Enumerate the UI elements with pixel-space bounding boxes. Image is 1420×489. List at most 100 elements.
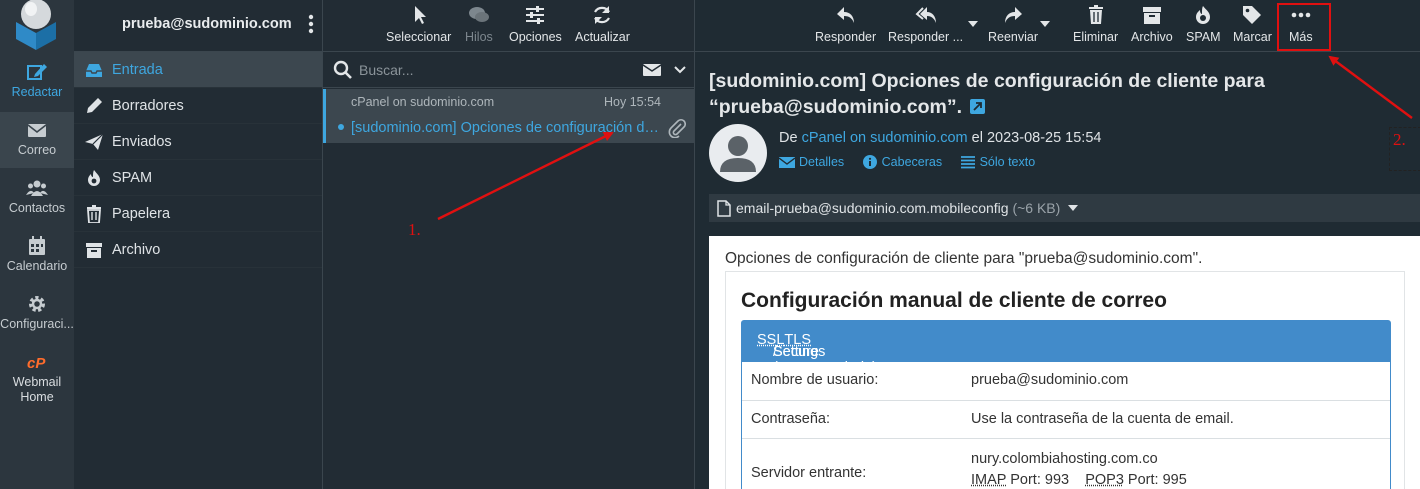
rail-mail-label: Correo xyxy=(0,143,74,157)
config-card: Configuración manual de cliente de corre… xyxy=(725,271,1405,489)
archive-icon xyxy=(84,241,104,259)
list-toolbar: Seleccionar Hilos Opciones Actualizar xyxy=(323,0,694,52)
reply-all-label: Responder ... xyxy=(888,30,963,44)
forward-button[interactable]: Reenviar xyxy=(988,4,1038,44)
sender-link[interactable]: cPanel on sudominio.com xyxy=(802,130,968,146)
refresh-button[interactable]: Actualizar xyxy=(575,4,630,44)
message-title: [sudominio.com] Opciones de configuració… xyxy=(709,68,1309,120)
imap-abbr: IMAP xyxy=(971,472,1006,488)
calendar-icon xyxy=(26,236,48,256)
svg-text:cP: cP xyxy=(27,355,46,372)
folder-archive-label: Archivo xyxy=(112,242,160,258)
attachment-name: email-prueba@sudominio.com.mobileconfig xyxy=(736,200,1009,216)
threads-button[interactable]: Hilos xyxy=(465,4,493,44)
unread-dot-icon xyxy=(338,124,344,130)
rail-compose-label: Redactar xyxy=(0,85,74,99)
reply-button[interactable]: Responder xyxy=(815,4,876,44)
header-links: Detalles Cabeceras Sólo texto xyxy=(779,155,1049,169)
date-prefix: el xyxy=(972,130,983,146)
reply-icon xyxy=(835,4,857,26)
config-heading: Configuración manual de cliente de corre… xyxy=(741,289,1167,313)
row-key: Servidor entrante: xyxy=(751,465,866,481)
reply-all-button[interactable]: Responder ... xyxy=(888,4,963,44)
fire-icon xyxy=(1192,4,1214,26)
mark-button[interactable]: Marcar xyxy=(1233,4,1272,44)
folder-drafts[interactable]: Borradores xyxy=(74,88,322,124)
plain-text-link[interactable]: Sólo texto xyxy=(960,155,1036,169)
rail-mail[interactable]: Correo xyxy=(0,112,74,168)
rail-compose[interactable]: Redactar xyxy=(0,54,74,110)
folder-spam[interactable]: SPAM xyxy=(74,160,322,196)
archive-button[interactable]: Archivo xyxy=(1131,4,1173,44)
table-row: Contraseña: Use la contraseña de la cuen… xyxy=(742,400,1390,438)
account-menu-icon[interactable] xyxy=(308,14,314,34)
details-link[interactable]: Detalles xyxy=(779,155,844,169)
spam-button[interactable]: SPAM xyxy=(1186,4,1221,44)
row-value: Use la contraseña de la cuenta de email. xyxy=(971,411,1234,427)
paper-plane-icon xyxy=(84,133,104,151)
reply-label: Responder xyxy=(815,30,876,44)
threads-label: Hilos xyxy=(465,30,493,44)
folder-inbox[interactable]: Entrada xyxy=(74,52,322,88)
rail-calendar[interactable]: Calendario xyxy=(0,228,74,284)
comments-icon xyxy=(468,4,490,26)
refresh-label: Actualizar xyxy=(575,30,630,44)
trash-icon xyxy=(1085,4,1107,26)
message-list-item[interactable]: cPanel on sudominio.com Hoy 15:54 [sudom… xyxy=(323,89,694,143)
rail-settings-label: Configuraci... xyxy=(0,317,74,331)
search-input[interactable] xyxy=(359,59,619,81)
rail-webmail-home-label: Webmail Home xyxy=(9,375,65,405)
refresh-icon xyxy=(591,4,613,26)
account-email: prueba@sudominio.com xyxy=(122,16,292,32)
ssl-section-header: Secure SSL / TLS Settings (Recomendado) xyxy=(741,320,1391,362)
message-date-full: 2023-08-25 15:54 xyxy=(987,130,1102,146)
folder-trash[interactable]: Papelera xyxy=(74,196,322,232)
account-header: prueba@sudominio.com xyxy=(74,0,322,52)
rail-contacts[interactable]: Contactos xyxy=(0,170,74,226)
open-in-new-window-icon[interactable] xyxy=(970,99,985,114)
envelope-icon xyxy=(26,120,48,140)
trash-icon xyxy=(84,205,104,223)
annotation-highlight-box xyxy=(1277,3,1331,51)
pencil-icon xyxy=(84,97,104,115)
left-rail: Redactar Correo Contactos Calendario Con… xyxy=(0,0,74,489)
select-button[interactable]: Seleccionar xyxy=(386,4,451,44)
row-value: prueba@sudominio.com xyxy=(971,372,1128,388)
options-button[interactable]: Opciones xyxy=(509,4,562,44)
delete-label: Eliminar xyxy=(1073,30,1118,44)
info-icon xyxy=(862,155,878,169)
sliders-icon xyxy=(524,4,546,26)
user-silhouette-icon xyxy=(709,124,767,182)
from-prefix: De xyxy=(779,130,798,146)
message-title-text: [sudominio.com] Opciones de configuració… xyxy=(709,70,1265,118)
chevron-down-icon[interactable] xyxy=(674,64,686,76)
rail-settings[interactable]: Configuraci... xyxy=(0,286,74,342)
folder-archive[interactable]: Archivo xyxy=(74,232,322,268)
compose-icon xyxy=(26,62,48,82)
forward-dropdown-icon[interactable] xyxy=(1040,20,1050,28)
cursor-icon xyxy=(408,4,430,26)
folder-sent-label: Enviados xyxy=(112,134,172,150)
inbox-icon xyxy=(84,61,104,79)
headers-link[interactable]: Cabeceras xyxy=(862,155,942,169)
row-key: Contraseña: xyxy=(751,411,830,427)
delete-button[interactable]: Eliminar xyxy=(1073,4,1118,44)
mark-label: Marcar xyxy=(1233,30,1272,44)
reply-all-dropdown-icon[interactable] xyxy=(968,20,978,28)
message-from: cPanel on sudominio.com xyxy=(351,95,494,109)
folder-trash-label: Papelera xyxy=(112,206,170,222)
settings-table: Nombre de usuario: prueba@sudominio.com … xyxy=(741,362,1391,489)
archive-label: Archivo xyxy=(1131,30,1173,44)
roundcube-logo xyxy=(10,0,62,50)
options-label: Opciones xyxy=(509,30,562,44)
folder-pane: prueba@sudominio.com Entrada Borradores … xyxy=(74,0,323,489)
cpanel-icon: cP xyxy=(26,352,48,372)
file-icon xyxy=(717,200,731,217)
attachment-bar[interactable]: email-prueba@sudominio.com.mobileconfig … xyxy=(709,194,1420,222)
rail-webmail-home[interactable]: cP Webmail Home xyxy=(0,344,74,410)
envelope-filter-icon[interactable] xyxy=(642,62,662,78)
forward-icon xyxy=(1002,4,1024,26)
folder-sent[interactable]: Enviados xyxy=(74,124,322,160)
attachment-dropdown-icon[interactable] xyxy=(1068,204,1078,212)
gear-icon xyxy=(26,294,48,314)
